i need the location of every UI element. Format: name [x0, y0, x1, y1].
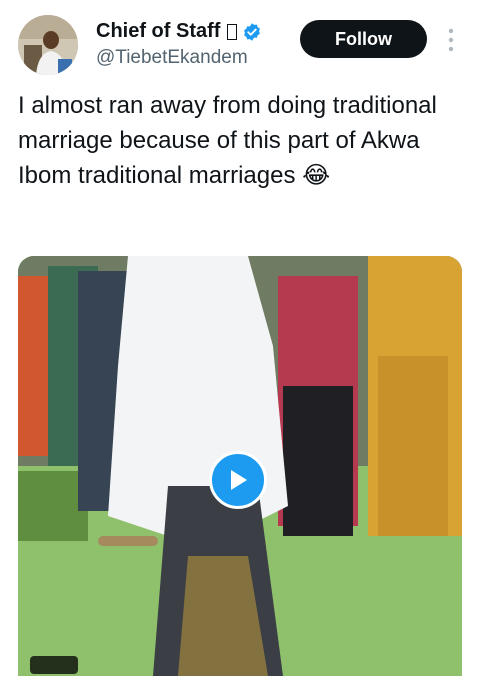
verified-badge-icon [242, 22, 262, 42]
tweet-text: I almost ran away from doing traditional… [18, 92, 437, 189]
video-duration-badge [30, 656, 78, 674]
author-name[interactable]: Chief of Staff [96, 20, 220, 43]
author-handle[interactable]: @TiebetEkandem [96, 47, 248, 69]
avatar[interactable] [18, 15, 78, 75]
play-icon [231, 470, 247, 490]
missing-glyph-icon [227, 23, 238, 40]
author-name-row[interactable]: Chief of Staff [96, 20, 262, 43]
more-vertical-icon[interactable] [446, 27, 456, 53]
play-button[interactable] [209, 451, 267, 509]
follow-button[interactable]: Follow [300, 20, 427, 58]
